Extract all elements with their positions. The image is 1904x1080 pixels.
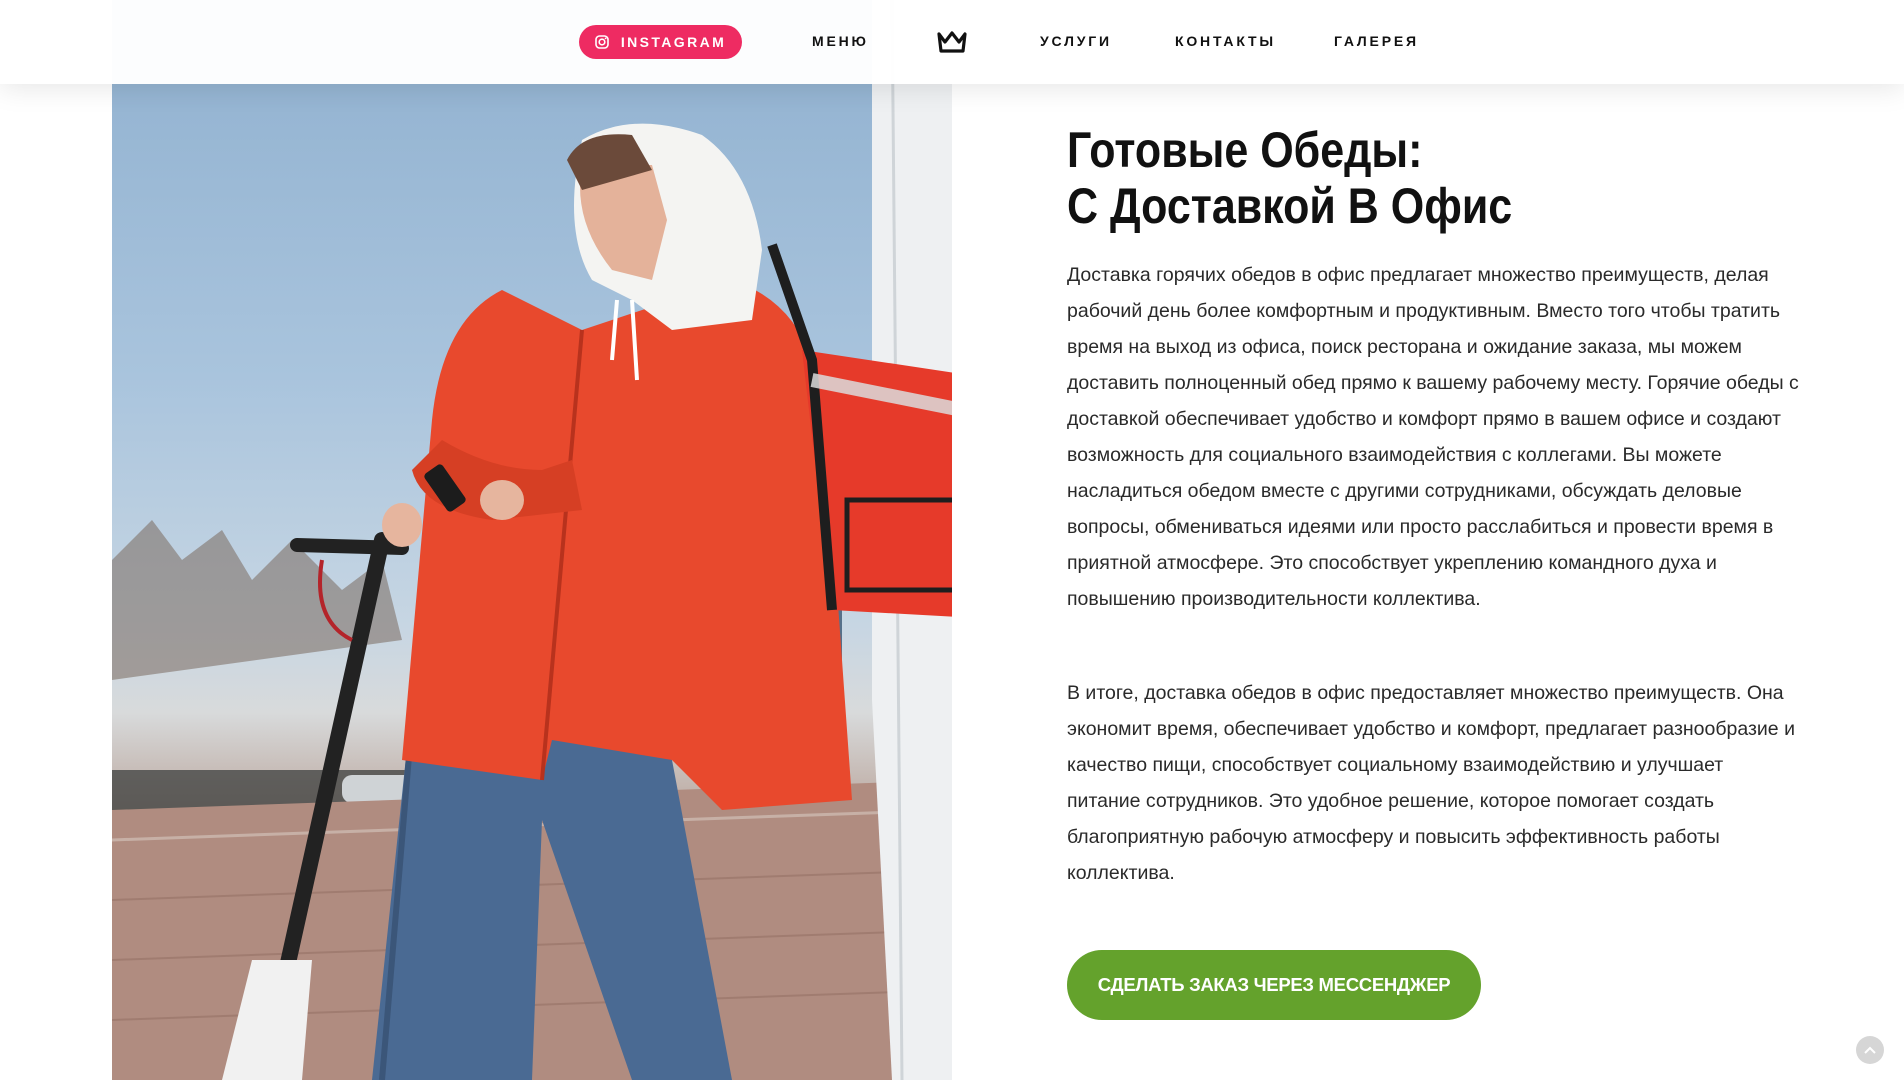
instagram-button[interactable]: INSTAGRAM [579, 25, 742, 59]
article-paragraph-2: В итоге, доставка обедов в офис предоста… [1067, 682, 1795, 884]
scroll-to-top-button[interactable] [1856, 1036, 1884, 1064]
instagram-label: INSTAGRAM [620, 34, 727, 50]
instagram-icon [595, 35, 609, 49]
chevron-up-icon [1864, 1046, 1876, 1054]
article-paragraph-1: Доставка горячих обедов в офис предлагае… [1067, 264, 1799, 610]
nav-contacts[interactable]: КОНТАКТЫ [1175, 33, 1276, 49]
crown-icon[interactable] [937, 30, 967, 54]
nav-services[interactable]: УСЛУГИ [1040, 33, 1112, 49]
hero-photo-courier [112, 0, 952, 1080]
page-title: Готовые Обеды: С Доставкой В Офис [1067, 122, 1686, 234]
nav-gallery[interactable]: ГАЛЕРЕЯ [1334, 33, 1419, 49]
nav-menu[interactable]: МЕНЮ [812, 33, 869, 49]
courier-illustration [112, 0, 952, 1080]
title-line-2: С Доставкой В Офис [1067, 178, 1513, 234]
title-line-1: Готовые Обеды: [1067, 122, 1423, 178]
order-via-messenger-button[interactable]: СДЕЛАТЬ ЗАКАЗ ЧЕРЕЗ МЕССЕНДЖЕР [1067, 950, 1481, 1020]
site-header: INSTAGRAM МЕНЮ УСЛУГИ КОНТАКТЫ ГАЛЕРЕЯ [0, 0, 1904, 84]
